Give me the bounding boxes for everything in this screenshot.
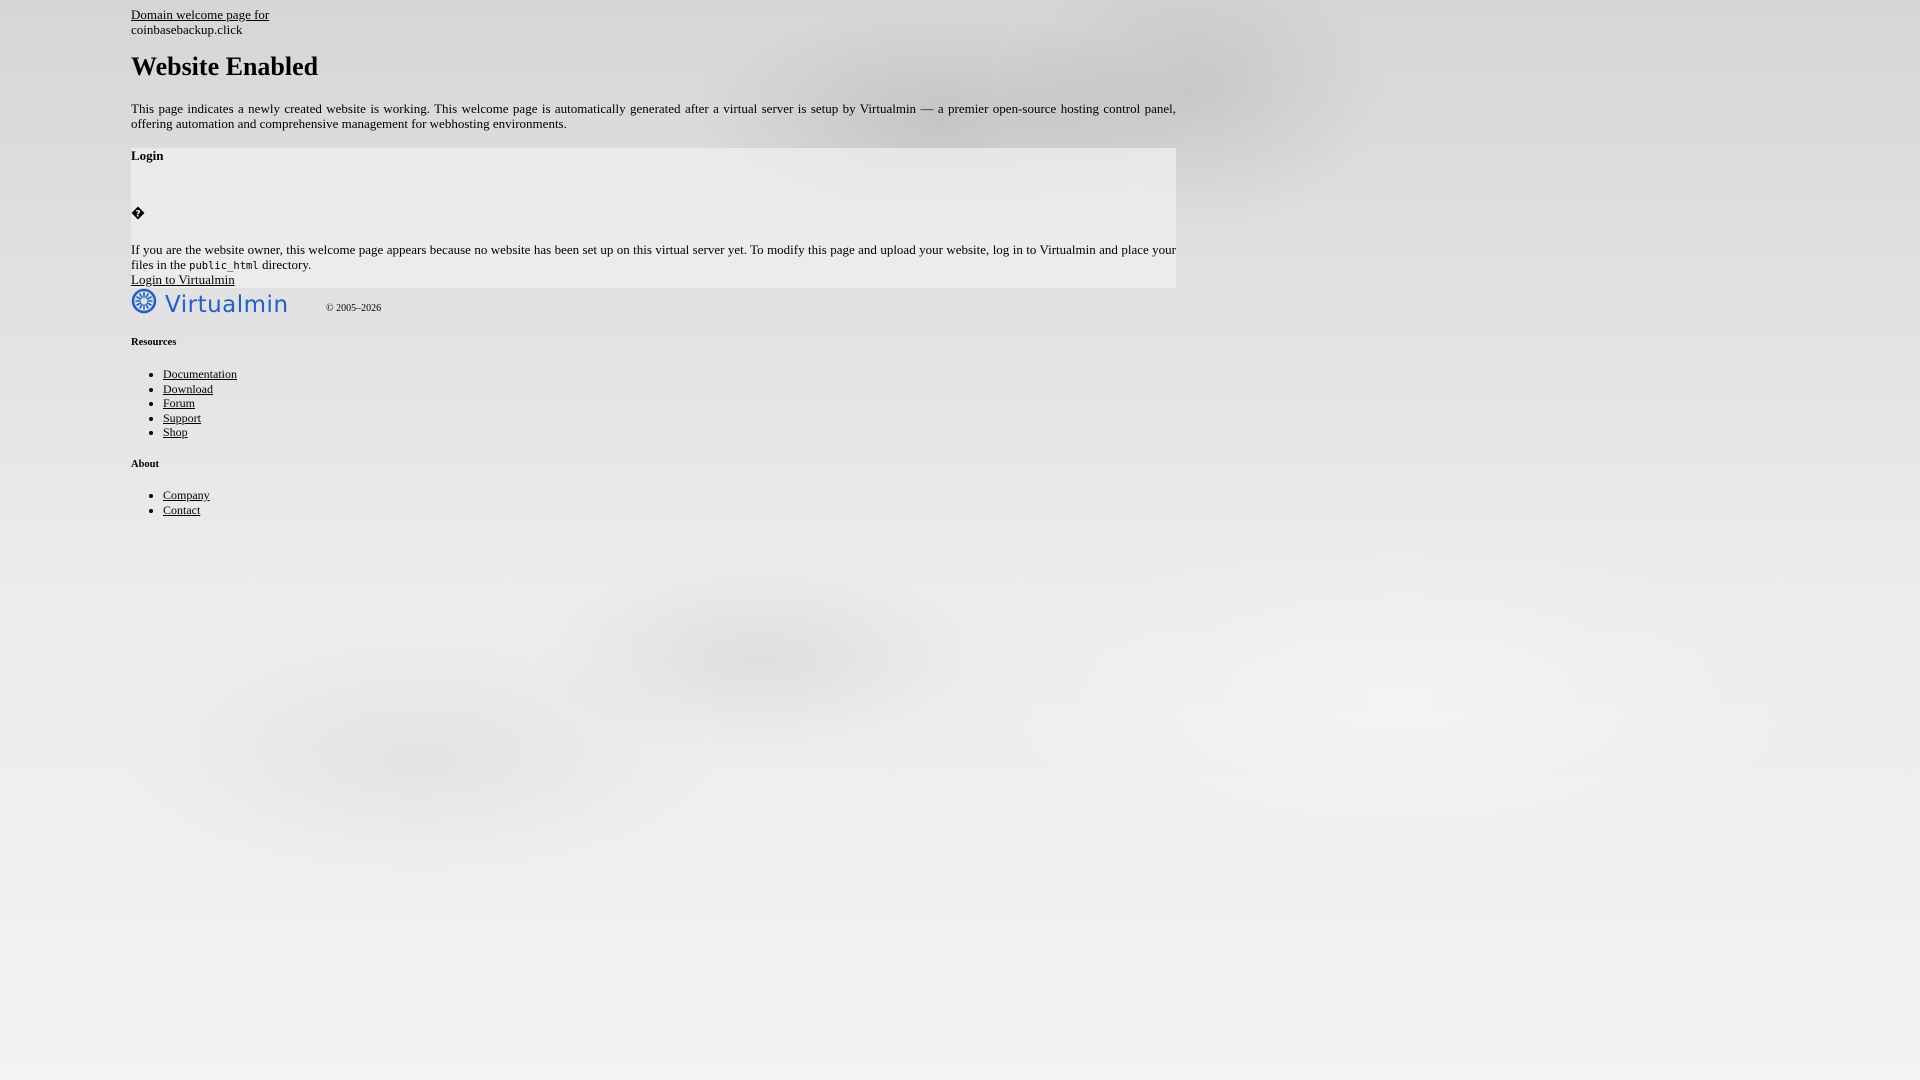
owner-instructions: If you are the website owner, this welco… — [131, 242, 1176, 273]
list-item: Documentation — [163, 367, 237, 382]
support-link[interactable]: Support — [163, 411, 201, 425]
login-panel: Login ? If you are the website owner, th… — [131, 148, 1176, 288]
list-item: Shop — [163, 425, 237, 440]
resources-list: Documentation Download Forum Support Sho… — [131, 367, 237, 440]
copyright: © 2005–2026 — [326, 303, 382, 314]
public-html-code: public_html — [189, 259, 259, 272]
about-heading: About — [131, 459, 160, 470]
svg-text:?: ? — [135, 210, 140, 220]
intro-paragraph: This page indicates a newly created webs… — [131, 101, 1176, 131]
diamond-icon: ? — [131, 206, 145, 220]
login-to-virtualmin-link[interactable]: Login to Virtualmin — [131, 272, 235, 288]
welcome-page-link[interactable]: Domain welcome page for — [131, 7, 269, 23]
virtualmin-logo-text: Virtualmin — [165, 292, 289, 318]
company-link[interactable]: Company — [163, 488, 210, 502]
page-title: Website Enabled — [131, 52, 319, 81]
list-item: Support — [163, 411, 237, 426]
contact-link[interactable]: Contact — [163, 503, 200, 517]
forum-link[interactable]: Forum — [163, 396, 195, 410]
shop-link[interactable]: Shop — [163, 425, 188, 439]
download-link[interactable]: Download — [163, 382, 213, 396]
about-list: Company Contact — [131, 488, 210, 517]
list-item: Contact — [163, 503, 210, 518]
login-heading: Login — [131, 148, 164, 163]
list-item: Download — [163, 382, 237, 397]
owner-text-after: directory. — [261, 256, 312, 272]
resources-heading: Resources — [131, 337, 177, 348]
list-item: Company — [163, 488, 210, 503]
virtualmin-logo[interactable]: Virtualmin — [131, 288, 313, 318]
list-item: Forum — [163, 396, 237, 411]
documentation-link[interactable]: Documentation — [163, 367, 237, 381]
domain-name: coinbasebackup.click — [131, 22, 243, 37]
virtualmin-swirl-icon — [131, 288, 157, 314]
footer-brand: Virtualmin © 2005–2026 — [131, 288, 531, 318]
